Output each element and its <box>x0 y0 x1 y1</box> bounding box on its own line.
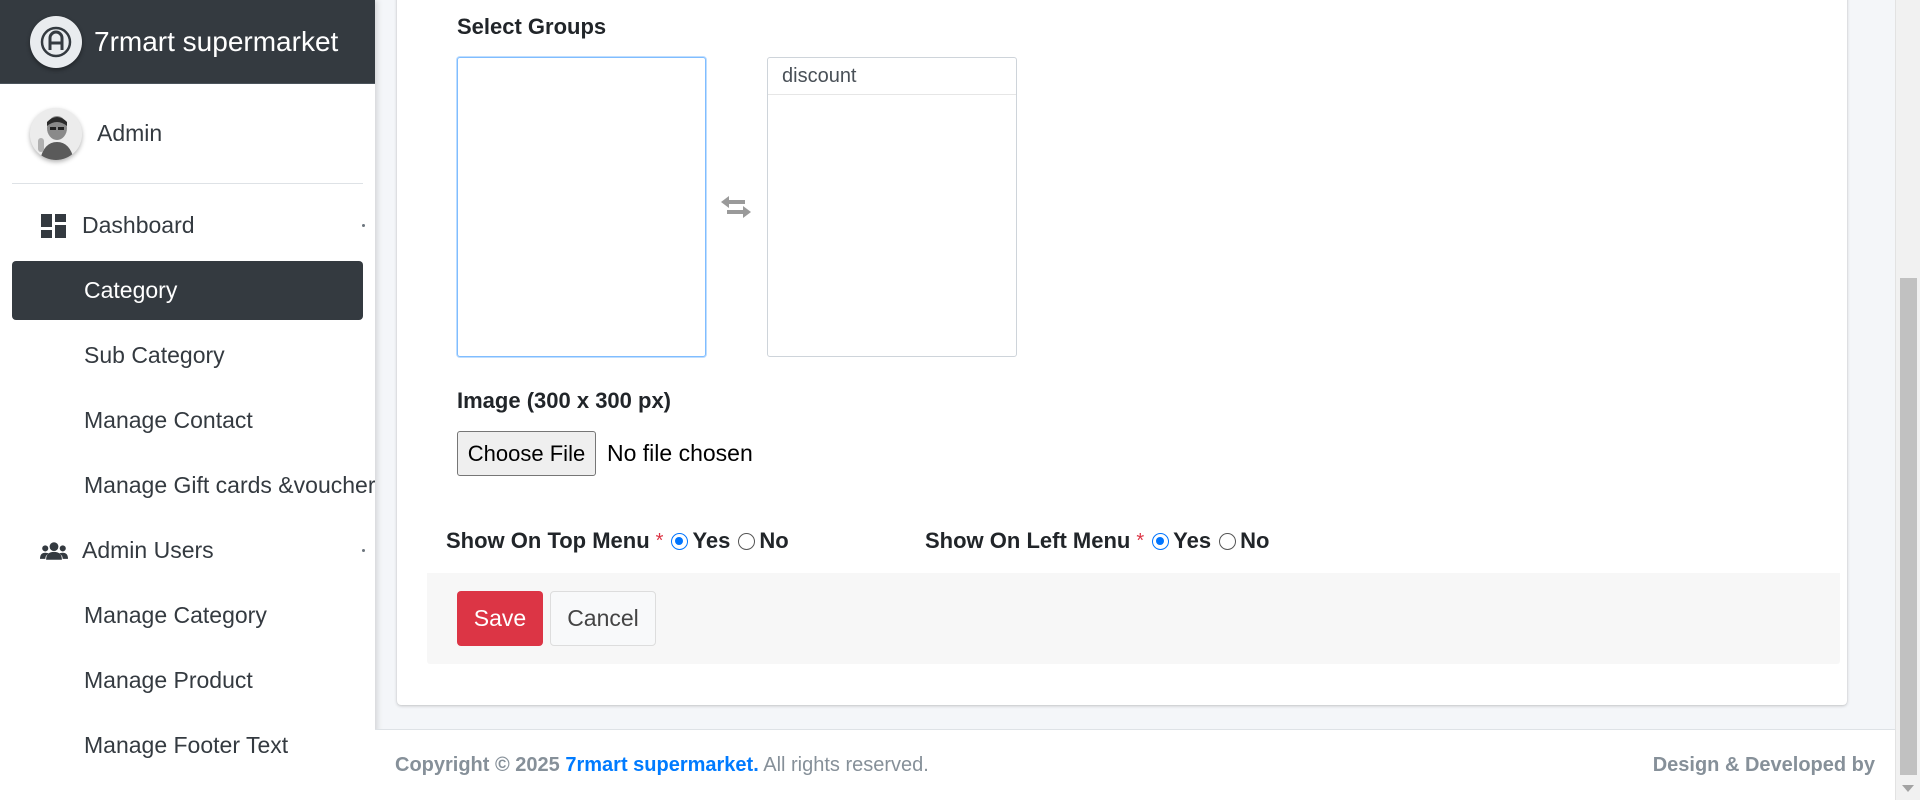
choose-file-button[interactable]: Choose File <box>457 431 596 476</box>
top-menu-yes-label: Yes <box>692 528 731 553</box>
sidebar-item-label: Manage Footer Text <box>84 732 289 758</box>
selected-groups-listbox[interactable]: discount <box>767 57 1017 357</box>
sidebar-item-manage-product[interactable]: Manage Product <box>12 651 363 710</box>
form-actions: Save Cancel <box>427 573 1840 664</box>
sidebar-item-manage-category[interactable]: Manage Category <box>12 586 363 645</box>
show-top-menu-label: Show On Top Menu <box>446 528 650 553</box>
page-footer: Copyright © 2025 7rmart supermarket. All… <box>375 729 1895 800</box>
save-button[interactable]: Save <box>457 591 543 646</box>
brand-link[interactable]: 7rmart supermarket <box>0 0 375 84</box>
show-left-menu-group: Show On Left Menu * Yes No <box>925 528 1275 554</box>
cancel-button[interactable]: Cancel <box>550 591 656 646</box>
left-menu-yes-label: Yes <box>1173 528 1212 553</box>
sidebar-item-label: Admin Users <box>82 537 214 563</box>
user-name: Admin <box>97 120 163 146</box>
page-scrollbar[interactable] <box>1895 0 1920 800</box>
top-menu-no-radio[interactable] <box>738 532 756 550</box>
chevron-left-icon <box>362 224 365 227</box>
sidebar-item-label: Category <box>84 277 178 303</box>
sidebar-item-label: Dashboard <box>82 212 195 238</box>
sidebar-item-manage-gift-cards[interactable]: Manage Gift cards &voucher <box>12 456 375 515</box>
footer-copyright: Copyright © 2025 7rmart supermarket. All… <box>395 754 929 777</box>
scrollbar-thumb[interactable] <box>1900 278 1917 775</box>
image-label: Image (300 x 300 px) <box>457 388 672 413</box>
sidebar-item-label: Manage Gift cards &voucher <box>84 472 375 498</box>
list-item[interactable]: discount <box>768 58 1016 95</box>
users-icon <box>40 539 68 563</box>
sidebar-item-label: Manage Product <box>84 667 253 693</box>
required-marker: * <box>1136 529 1145 552</box>
sidebar-item-sub-category[interactable]: Sub Category <box>12 326 363 385</box>
copyright-text: Copyright © 2025 <box>395 753 560 776</box>
sidebar-item-label: Sub Category <box>84 342 225 368</box>
sidebar-item-manage-footer-text[interactable]: Manage Footer Text <box>12 716 363 775</box>
sidebar-item-label: Manage Category <box>84 602 267 628</box>
dashboard-icon <box>40 213 68 238</box>
top-menu-no-label: No <box>759 528 789 553</box>
footer-brand-link[interactable]: 7rmart supermarket. <box>565 754 758 776</box>
show-left-menu-label: Show On Left Menu <box>925 528 1131 553</box>
sidebar-item-manage-contact[interactable]: Manage Contact <box>12 391 363 450</box>
left-menu-no-radio[interactable] <box>1219 532 1237 550</box>
sidebar-nav: Dashboard Category Sub Category Manage C… <box>0 184 375 775</box>
brand-name: 7rmart supermarket <box>94 25 339 57</box>
main-content: Select Groups discount Image (300 x 300 … <box>375 0 1895 800</box>
avatar <box>30 107 82 160</box>
top-menu-yes-radio[interactable] <box>671 532 689 550</box>
sidebar-item-dashboard[interactable]: Dashboard <box>12 196 365 255</box>
sidebar-item-admin-users[interactable]: Admin Users <box>12 521 365 580</box>
sidebar-item-category[interactable]: Category <box>12 261 363 320</box>
sidebar-item-label: Manage Contact <box>84 407 253 433</box>
user-panel[interactable]: Admin <box>12 84 363 184</box>
left-menu-no-label: No <box>1240 528 1270 553</box>
file-status-text: No file chosen <box>607 440 753 466</box>
select-groups-label: Select Groups <box>457 14 607 39</box>
show-top-menu-group: Show On Top Menu * Yes No <box>446 528 795 554</box>
scroll-down-icon[interactable] <box>1902 785 1914 792</box>
left-menu-yes-radio[interactable] <box>1152 532 1170 550</box>
available-groups-listbox[interactable] <box>457 57 706 357</box>
footer-credit: Design & Developed by <box>1652 753 1875 776</box>
category-form-card: Select Groups discount Image (300 x 300 … <box>397 0 1847 705</box>
swap-arrows-icon[interactable] <box>719 194 753 225</box>
rights-text: All rights reserved. <box>763 753 929 776</box>
sidebar: 7rmart supermarket Admin Dashboard Categ… <box>0 0 375 800</box>
required-marker: * <box>655 529 664 552</box>
chevron-left-icon <box>362 549 365 552</box>
brand-logo-icon <box>30 15 82 68</box>
